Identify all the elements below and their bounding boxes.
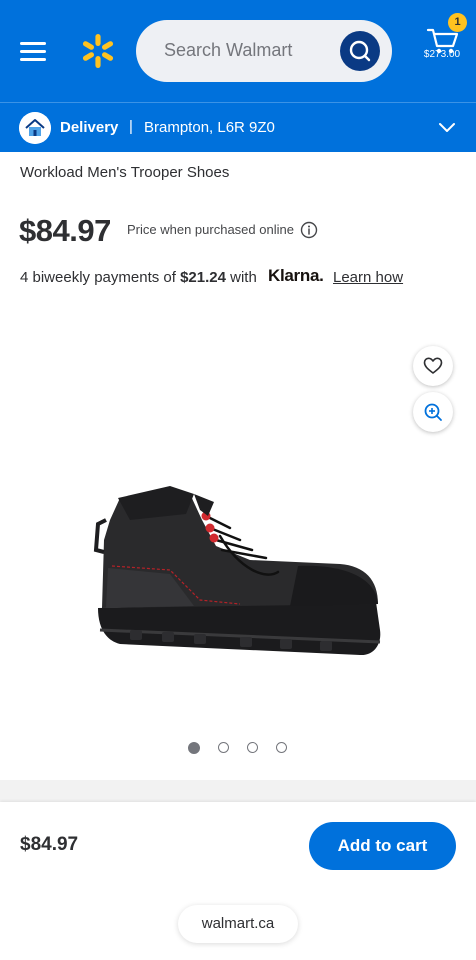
klarna-logo: Klarna. [268,266,324,285]
search-button[interactable] [340,31,380,71]
zoom-in-icon [424,403,442,421]
info-icon[interactable] [300,221,318,239]
add-to-cart-button[interactable]: Add to cart [309,822,456,870]
klarna-payment-text: 4 biweekly payments of $21.24 with [20,269,257,286]
klarna-mid: with [225,269,257,286]
price-note: Price when purchased online [127,222,294,237]
carousel-dot[interactable] [188,742,200,754]
search-input[interactable]: Search Walmart [136,20,392,82]
cart-total: $273.00 [423,49,461,60]
carousel-dot[interactable] [276,742,287,753]
chevron-down-icon [439,123,455,132]
delivery-separator: | [129,118,133,135]
sticky-price: $84.97 [20,834,79,855]
section-divider [0,780,476,802]
heart-icon [423,357,443,374]
carousel-dot[interactable] [247,742,258,753]
zoom-button[interactable] [413,392,453,432]
house-icon [19,112,51,144]
favorite-button[interactable] [413,346,453,386]
product-image[interactable] [90,480,386,665]
delivery-selector[interactable]: Delivery | Brampton, L6R 9Z0 [0,102,476,152]
app-header: Search Walmart 1 $273.00 [0,0,476,102]
search-placeholder: Search Walmart [164,40,293,60]
search-icon [349,40,371,62]
delivery-label: Delivery [60,119,119,136]
klarna-amount: $21.24 [180,269,226,286]
klarna-prefix: 4 biweekly payments of [20,269,181,286]
menu-icon[interactable] [20,40,48,62]
product-title: Workload Men's Trooper Shoes [20,164,230,181]
product-price: $84.97 [19,213,111,248]
walmart-spark-icon[interactable] [80,33,116,69]
delivery-location: Brampton, L6R 9Z0 [144,119,275,136]
browser-url-pill[interactable]: walmart.ca [178,905,298,943]
carousel-dot[interactable] [218,742,229,753]
cart-count-badge: 1 [448,13,467,32]
learn-how-link[interactable]: Learn how [333,269,403,286]
